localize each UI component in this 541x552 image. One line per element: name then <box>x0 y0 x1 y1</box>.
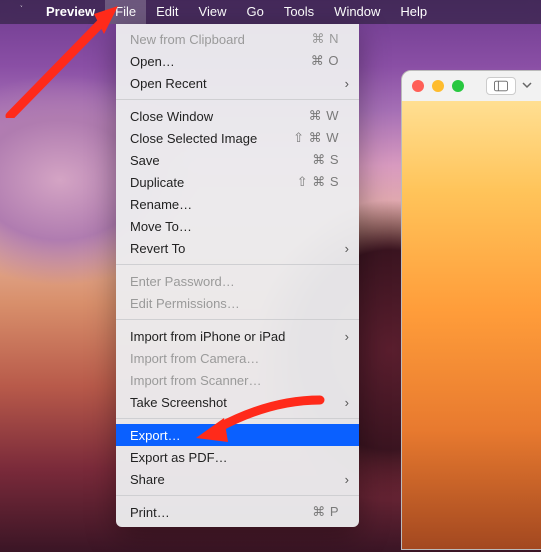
menu-item[interactable]: Export as PDF… <box>116 446 359 468</box>
menu-item-label: Export as PDF… <box>130 450 339 465</box>
chevron-right-icon: › <box>345 241 349 256</box>
chevron-right-icon: › <box>345 395 349 410</box>
menu-item[interactable]: Share › <box>116 468 359 490</box>
close-icon[interactable] <box>412 80 424 92</box>
chevron-right-icon: › <box>345 472 349 487</box>
sidebar-toggle-button[interactable] <box>486 77 516 95</box>
menu-item: New from Clipboard⌘ N <box>116 28 359 50</box>
menu-item-label: Import from Camera… <box>130 351 339 366</box>
menu-item: Enter Password… <box>116 270 359 292</box>
menu-item-label: Save <box>130 153 312 168</box>
menu-item-label: Import from iPhone or iPad <box>130 329 339 344</box>
menu-item: Edit Permissions… <box>116 292 359 314</box>
zoom-icon[interactable] <box>452 80 464 92</box>
file-menu-dropdown: New from Clipboard⌘ NOpen…⌘ OOpen Recent… <box>116 24 359 527</box>
menu-item[interactable]: Close Window⌘ W <box>116 105 359 127</box>
menu-item-label: Edit Permissions… <box>130 296 339 311</box>
menu-item-label: Print… <box>130 505 312 520</box>
menubar: Preview File Edit View Go Tools Window H… <box>0 0 541 24</box>
menubar-item-go[interactable]: Go <box>236 0 273 24</box>
menubar-item-file[interactable]: File <box>105 0 146 24</box>
menu-shortcut: ⇧ ⌘ S <box>297 174 339 190</box>
menu-separator <box>116 264 359 265</box>
menubar-item-window[interactable]: Window <box>324 0 390 24</box>
menu-shortcut: ⌘ P <box>312 504 339 520</box>
menu-item[interactable]: Close Selected Image⇧ ⌘ W <box>116 127 359 149</box>
menu-item-label: Take Screenshot <box>130 395 339 410</box>
menubar-item-tools[interactable]: Tools <box>274 0 324 24</box>
menu-item-label: Close Selected Image <box>130 131 293 146</box>
menu-item[interactable]: Import from iPhone or iPad › <box>116 325 359 347</box>
menu-item-label: Export… <box>130 428 339 443</box>
menu-item[interactable]: Save⌘ S <box>116 149 359 171</box>
menu-item: Import from Scanner… <box>116 369 359 391</box>
menu-separator <box>116 495 359 496</box>
menu-separator <box>116 319 359 320</box>
chevron-right-icon: › <box>345 76 349 91</box>
menu-shortcut: ⌘ W <box>309 108 339 124</box>
menu-item[interactable]: Duplicate⇧ ⌘ S <box>116 171 359 193</box>
traffic-lights <box>412 80 464 92</box>
menu-item-label: Enter Password… <box>130 274 339 289</box>
menu-item[interactable]: Take Screenshot › <box>116 391 359 413</box>
menu-separator <box>116 418 359 419</box>
menu-item-label: Rename… <box>130 197 339 212</box>
menu-item-label: Open Recent <box>130 76 339 91</box>
minimize-icon[interactable] <box>432 80 444 92</box>
chevron-down-icon[interactable] <box>522 77 532 95</box>
menubar-app-name[interactable]: Preview <box>36 0 105 24</box>
menu-item-label: Move To… <box>130 219 339 234</box>
menu-item-label: Import from Scanner… <box>130 373 339 388</box>
menu-separator <box>116 99 359 100</box>
menu-item[interactable]: Open…⌘ O <box>116 50 359 72</box>
menu-item[interactable]: Export… <box>116 424 359 446</box>
menu-shortcut: ⌘ S <box>312 152 339 168</box>
menu-item-label: Revert To <box>130 241 339 256</box>
menu-item: Import from Camera… <box>116 347 359 369</box>
menu-item-label: Duplicate <box>130 175 297 190</box>
window-titlebar <box>402 71 541 101</box>
menu-item[interactable]: Rename… <box>116 193 359 215</box>
menu-item[interactable]: Move To… <box>116 215 359 237</box>
apple-menu-icon[interactable] <box>12 5 26 19</box>
menu-item-label: Open… <box>130 54 311 69</box>
menu-item[interactable]: Revert To › <box>116 237 359 259</box>
menubar-item-help[interactable]: Help <box>390 0 437 24</box>
menu-shortcut: ⌘ O <box>311 53 339 69</box>
menubar-item-view[interactable]: View <box>189 0 237 24</box>
menubar-item-edit[interactable]: Edit <box>146 0 188 24</box>
menu-item[interactable]: Open Recent › <box>116 72 359 94</box>
menu-item-label: New from Clipboard <box>130 32 312 47</box>
menu-item-label: Close Window <box>130 109 309 124</box>
menu-item-label: Share <box>130 472 339 487</box>
menu-shortcut: ⌘ N <box>312 31 340 47</box>
preview-window <box>401 70 541 550</box>
menu-item[interactable]: Print…⌘ P <box>116 501 359 523</box>
menu-shortcut: ⇧ ⌘ W <box>293 130 339 146</box>
chevron-right-icon: › <box>345 329 349 344</box>
